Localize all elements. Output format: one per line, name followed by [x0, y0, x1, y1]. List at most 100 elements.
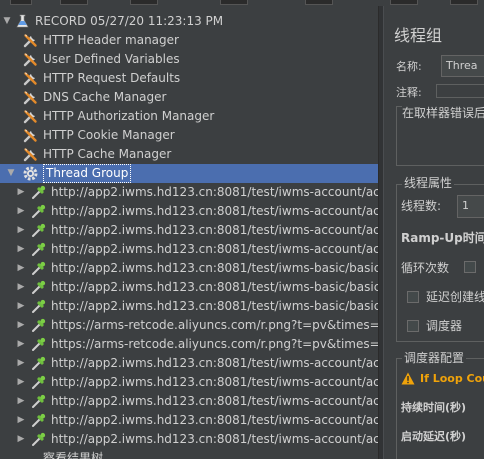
http-sampler-pipette-icon: [32, 375, 46, 389]
toolbar-button[interactable]: [10, 0, 32, 5]
expand-arrow-icon[interactable]: ▶: [16, 338, 26, 350]
tree-node-config[interactable]: HTTP Authorization Manager: [0, 107, 378, 126]
tree-node-label: http://app2.iwms.hd123.cn:8081/test/iwms…: [51, 356, 378, 370]
tree-node-http-sampler[interactable]: ▶ http://app2.iwms.hd123.cn:8081/test/iwm…: [0, 240, 378, 259]
tree-node-http-sampler[interactable]: ▶ http://app2.iwms.hd123.cn:8081/test/iwm…: [0, 411, 378, 430]
loop-forever-checkbox[interactable]: [464, 261, 476, 273]
toolbar-button[interactable]: [390, 0, 418, 5]
tree-node-http-sampler[interactable]: ▶ http://app2.iwms.hd123.cn:8081/test/iwm…: [0, 202, 378, 221]
tree-node-label: http://app2.iwms.hd123.cn:8081/test/iwms…: [51, 375, 378, 389]
toolbar-button[interactable]: [450, 0, 478, 5]
tree-node-label: User Defined Variables: [43, 52, 180, 66]
thread-group-gear-icon: [23, 166, 38, 181]
tree-node-label: http://app2.iwms.hd123.cn:8081/test/iwms…: [51, 299, 378, 313]
tree-node-http-sampler[interactable]: ▶ https://arms-retcode.aliyuncs.com/r.png…: [0, 335, 378, 354]
expand-arrow-icon[interactable]: ▶: [16, 224, 26, 236]
tree-node-label: http://app2.iwms.hd123.cn:8081/test/iwms…: [51, 394, 378, 408]
expand-arrow-icon[interactable]: ▶: [16, 414, 26, 426]
tree-node-label: HTTP Header manager: [43, 33, 179, 47]
tree-node-label: HTTP Cache Manager: [43, 147, 172, 161]
config-wrench-icon: [23, 34, 37, 48]
toolbar-button[interactable]: [305, 0, 333, 5]
toolbar-button[interactable]: [130, 0, 158, 5]
expand-arrow-icon[interactable]: ▶: [16, 357, 26, 369]
comment-label: 注释:: [396, 86, 422, 99]
expand-arrow-icon[interactable]: ▶: [16, 395, 26, 407]
num-threads-label: 线程数:: [401, 199, 442, 213]
tree-root-node[interactable]: ▼ RECORD 05/27/20 11:23:13 PM: [0, 12, 378, 31]
http-sampler-pipette-icon: [32, 204, 46, 218]
expand-arrow-icon[interactable]: ▶: [16, 205, 26, 217]
tree-node-config[interactable]: HTTP Cache Manager: [0, 145, 378, 164]
scheduler-checkbox[interactable]: [407, 320, 419, 332]
expand-arrow-icon[interactable]: ▼: [6, 167, 16, 179]
http-sampler-pipette-icon: [32, 299, 46, 313]
tree-node-label: http://app2.iwms.hd123.cn:8081/test/iwms…: [51, 223, 378, 237]
num-threads-input[interactable]: 1: [457, 195, 484, 218]
http-sampler-pipette-icon: [32, 394, 46, 408]
tree-node-http-sampler[interactable]: ▶ http://app2.iwms.hd123.cn:8081/test/iwm…: [0, 183, 378, 202]
tree-node-label: http://app2.iwms.hd123.cn:8081/test/iwms…: [51, 204, 378, 218]
delay-thread-creation-checkbox[interactable]: [407, 291, 419, 303]
toolbar-button[interactable]: [220, 0, 248, 5]
tree-node-config[interactable]: HTTP Request Defaults: [0, 69, 378, 88]
test-plan-tree[interactable]: ▼ RECORD 05/27/20 11:23:13 PM HTTP Heade…: [0, 6, 378, 459]
expand-arrow-icon[interactable]: ▶: [16, 243, 26, 255]
tree-node-label: HTTP Authorization Manager: [43, 109, 215, 123]
expand-arrow-icon[interactable]: ▶: [16, 300, 26, 312]
http-sampler-pipette-icon: [32, 223, 46, 237]
tree-node-label: HTTP Cookie Manager: [43, 128, 175, 142]
tree-node-http-sampler[interactable]: ▶ http://app2.iwms.hd123.cn:8081/test/iwm…: [0, 354, 378, 373]
warning-text: If Loop Cou: [420, 372, 484, 385]
tree-node-config[interactable]: DNS Cache Manager: [0, 88, 378, 107]
name-input[interactable]: Threa: [441, 55, 484, 77]
expand-arrow-icon[interactable]: ▶: [16, 433, 26, 445]
tree-node-http-sampler[interactable]: ▶ http://app2.iwms.hd123.cn:8081/test/iwm…: [0, 392, 378, 411]
duration-label: 持续时间(秒): [401, 401, 467, 414]
tree-node-config[interactable]: User Defined Variables: [0, 50, 378, 69]
tree-node-http-sampler[interactable]: ▶ http://app2.iwms.hd123.cn:8081/test/iwm…: [0, 259, 378, 278]
on-error-label: 在取样器错误后: [402, 105, 484, 121]
expand-arrow-icon[interactable]: ▶: [16, 319, 26, 331]
expand-arrow-icon[interactable]: ▶: [16, 281, 26, 293]
http-sampler-pipette-icon: [32, 337, 46, 351]
http-sampler-pipette-icon: [32, 432, 46, 446]
tree-node-config[interactable]: HTTP Cookie Manager: [0, 126, 378, 145]
expand-arrow-icon[interactable]: ▶: [16, 262, 26, 274]
tree-node-http-sampler[interactable]: ▶ http://app2.iwms.hd123.cn:8081/test/iwm…: [0, 297, 378, 316]
config-wrench-icon: [23, 129, 37, 143]
tree-node-results[interactable]: 察看结果树: [0, 449, 378, 459]
tree-node-http-sampler[interactable]: ▶ http://app2.iwms.hd123.cn:8081/test/iwm…: [0, 278, 378, 297]
http-sampler-pipette-icon: [32, 185, 46, 199]
tree-node-label: DNS Cache Manager: [43, 90, 167, 104]
http-sampler-pipette-icon: [32, 413, 46, 427]
thread-properties-label: 线程属性: [402, 175, 455, 191]
loop-count-label: 循环次数: [401, 261, 450, 275]
tree-node-http-sampler[interactable]: ▶ http://app2.iwms.hd123.cn:8081/test/iwm…: [0, 221, 378, 240]
expand-arrow-icon[interactable]: ▶: [16, 186, 26, 198]
config-wrench-icon: [23, 110, 37, 124]
test-plan-icon: [16, 14, 29, 28]
tree-node-http-sampler[interactable]: ▶ https://arms-retcode.aliyuncs.com/r.png…: [0, 316, 378, 335]
panel-title: 线程组: [394, 26, 443, 45]
http-sampler-pipette-icon: [32, 261, 46, 275]
thread-group-panel: 线程组 名称: Threa 注释: 在取样器错误后 线程属性 线程数: 1 Ra…: [384, 6, 484, 459]
tree-node-http-sampler[interactable]: ▶ http://app2.iwms.hd123.cn:8081/test/iwm…: [0, 430, 378, 449]
tree-node-config[interactable]: HTTP Header manager: [0, 31, 378, 50]
expand-arrow-icon[interactable]: ▶: [16, 376, 26, 388]
config-wrench-icon: [23, 148, 37, 162]
thread-group-node[interactable]: ▼ Thread Group: [0, 164, 378, 183]
http-sampler-pipette-icon: [32, 356, 46, 370]
http-sampler-pipette-icon: [32, 318, 46, 332]
thread-group-label: Thread Group: [43, 164, 132, 183]
scheduler-label: 调度器: [426, 319, 463, 333]
rampup-label: Ramp-Up时间: [401, 231, 484, 245]
expand-arrow-icon[interactable]: ▼: [2, 15, 12, 27]
toolbar-button[interactable]: [60, 0, 88, 5]
name-label: 名称:: [396, 60, 422, 73]
tree-node-http-sampler[interactable]: ▶ http://app2.iwms.hd123.cn:8081/test/iwm…: [0, 373, 378, 392]
tree-root-label: RECORD 05/27/20 11:23:13 PM: [35, 14, 224, 28]
tree-node-label: http://app2.iwms.hd123.cn:8081/test/iwms…: [51, 261, 378, 275]
comment-input[interactable]: [436, 84, 484, 98]
tree-node-label: http://app2.iwms.hd123.cn:8081/test/iwms…: [51, 413, 378, 427]
